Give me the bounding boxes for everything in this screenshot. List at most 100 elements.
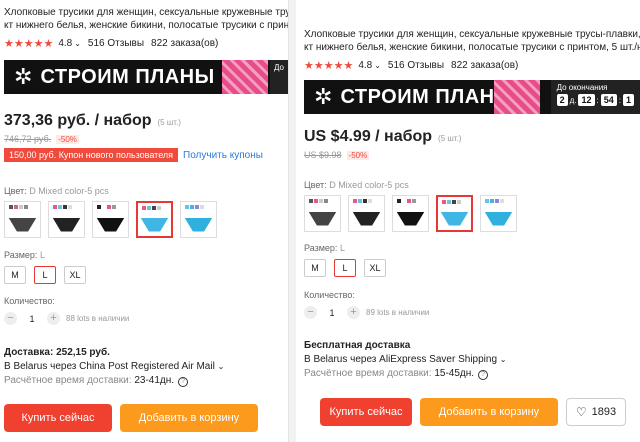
size-value: L xyxy=(339,243,345,253)
product-thumbnail xyxy=(184,217,213,232)
color-value: D Mixed color-5 pcs xyxy=(329,180,409,190)
product-thumbnail xyxy=(396,211,425,226)
color-swatch[interactable] xyxy=(392,195,429,232)
color-swatch[interactable] xyxy=(4,201,41,238)
size-option-m[interactable]: M xyxy=(4,266,26,284)
swatch-mini-item xyxy=(412,199,416,203)
color-swatch[interactable] xyxy=(304,195,341,232)
swatch-mini-item xyxy=(200,205,204,209)
chevron-down-icon[interactable]: ⌄ xyxy=(374,61,381,70)
old-price: 746,72 руб. xyxy=(4,134,52,144)
discount-badge: -50% xyxy=(56,134,79,144)
reviews-link[interactable]: 516 Отзывы xyxy=(88,38,144,49)
add-to-cart-button[interactable]: Добавить в корзину xyxy=(420,398,558,426)
swatch-mini-thumbnails xyxy=(442,200,461,204)
color-swatch[interactable] xyxy=(48,201,85,238)
rating-row: ★★★★★ 4.8 ⌄ 516 Отзывы 822 заказа(ов) xyxy=(4,37,288,50)
swatch-mini-thumbnails xyxy=(353,199,372,203)
price-value: 373,36 руб. / набор xyxy=(4,112,152,129)
size-option-l[interactable]: L xyxy=(34,266,56,284)
countdown-seconds: 1 xyxy=(622,94,634,106)
product-thumbnail xyxy=(140,217,169,232)
swatch-mini-item xyxy=(152,206,156,210)
chevron-down-icon[interactable]: ⌄ xyxy=(74,39,81,48)
swatch-mini-item xyxy=(495,199,499,203)
promo-banner[interactable]: ✲ СТРОИМ ПЛАНЫ До xyxy=(4,60,288,94)
countdown-days-unit: д. xyxy=(569,95,577,105)
delivery-time-label: Расчётное время доставки: xyxy=(304,368,432,379)
color-label-text: Цвет: xyxy=(4,186,27,196)
swatch-mini-item xyxy=(58,205,62,209)
product-thumbnail xyxy=(308,211,337,226)
swatch-mini-thumbnails xyxy=(485,199,504,203)
product-thumbnail xyxy=(352,211,381,226)
swatch-mini-item xyxy=(190,205,194,209)
stock-note: 88 lots в наличии xyxy=(66,314,130,323)
countdown-label: До окончания xyxy=(556,83,608,92)
coupon-badge: 150,00 руб. Купон нового пользователя xyxy=(4,148,179,162)
swatch-mini-thumbnails xyxy=(185,205,204,209)
old-price: US $9.98 xyxy=(304,150,342,160)
decrement-button[interactable]: − xyxy=(304,306,317,319)
swatch-mini-item xyxy=(97,205,101,209)
shipping-title: Бесплатная доставка xyxy=(304,340,411,351)
product-panel-left: Хлопковые трусики для женщин, сексуальны… xyxy=(0,0,288,442)
shipping-title: Доставка: 252,15 руб. xyxy=(4,347,110,358)
swatch-mini-item xyxy=(68,205,72,209)
swatch-mini-thumbnails xyxy=(53,205,72,209)
quantity-value[interactable]: 1 xyxy=(317,308,347,318)
price: US $4.99 / набор (5 шт.) xyxy=(304,128,640,146)
product-thumbnail xyxy=(484,211,513,226)
heart-icon: ♡ xyxy=(575,405,587,419)
countdown-hours: 12 xyxy=(578,94,595,106)
get-coupons-link[interactable]: Получить купоны xyxy=(183,150,263,161)
color-swatch[interactable] xyxy=(180,201,217,238)
color-swatch[interactable] xyxy=(480,195,517,232)
color-swatch[interactable] xyxy=(136,201,173,238)
countdown: До окончания 2 д. 12 : 54 : 1 xyxy=(550,80,640,114)
color-swatches xyxy=(4,201,288,238)
shipping-method[interactable]: В Belarus через AliExpress Saver Shippin… xyxy=(304,354,640,365)
delivery-time: Расчётное время доставки: 15-45дн.? xyxy=(304,368,640,380)
reviews-link[interactable]: 516 Отзывы xyxy=(388,60,444,71)
swatch-mini-thumbnails xyxy=(397,199,416,203)
add-to-cart-button[interactable]: Добавить в корзину xyxy=(120,404,258,432)
swatch-mini-item xyxy=(107,205,111,209)
star-icon: ★★★★★ xyxy=(304,60,354,72)
color-swatch[interactable] xyxy=(348,195,385,232)
rating-row: ★★★★★ 4.8 ⌄ 516 Отзывы 822 заказа(ов) xyxy=(304,59,640,72)
buy-now-button[interactable]: Купить сейчас xyxy=(4,404,112,432)
delivery-time-label: Расчётное время доставки: xyxy=(4,375,132,386)
increment-button[interactable]: + xyxy=(347,306,360,319)
size-option-l[interactable]: L xyxy=(334,259,356,277)
decrement-button[interactable]: − xyxy=(4,312,17,325)
size-option-xl[interactable]: XL xyxy=(364,259,386,277)
size-option-xl[interactable]: XL xyxy=(64,266,86,284)
shipping-method[interactable]: В Belarus через China Post Registered Ai… xyxy=(4,361,288,372)
swatch-mini-item xyxy=(353,199,357,203)
swatch-mini-item xyxy=(457,200,461,204)
size-label-text: Размер: xyxy=(4,250,38,260)
color-label: Цвет: D Mixed color-5 pcs xyxy=(4,186,288,196)
question-circle-icon[interactable]: ? xyxy=(178,377,189,387)
product-thumbnail xyxy=(96,217,125,232)
size-options: M L XL xyxy=(304,259,640,277)
snowflake-logo-icon: ✲ xyxy=(314,84,333,109)
swatch-mini-thumbnails xyxy=(97,205,116,209)
color-swatch[interactable] xyxy=(436,195,473,232)
buy-now-button[interactable]: Купить сейчас xyxy=(320,398,412,426)
size-label-text: Размер: xyxy=(304,243,338,253)
wishlist-button[interactable]: ♡ 1893 xyxy=(566,398,626,426)
quantity-value[interactable]: 1 xyxy=(17,314,47,324)
size-label: Размер: L xyxy=(4,250,288,260)
swatch-mini-item xyxy=(490,199,494,203)
product-title-line1: Хлопковые трусики для женщин, сексуальны… xyxy=(304,29,640,40)
question-circle-icon[interactable]: ? xyxy=(478,370,489,380)
size-option-m[interactable]: M xyxy=(304,259,326,277)
banner-decoration xyxy=(494,80,540,114)
promo-banner[interactable]: ✲ СТРОИМ ПЛАНЫ До окончания 2 д. 12 : 54… xyxy=(304,80,640,114)
star-icon: ★★★★★ xyxy=(4,38,54,50)
color-swatch[interactable] xyxy=(92,201,129,238)
product-title-line2: кт нижнего белья, женские бикини, полоса… xyxy=(304,42,640,53)
increment-button[interactable]: + xyxy=(47,312,60,325)
